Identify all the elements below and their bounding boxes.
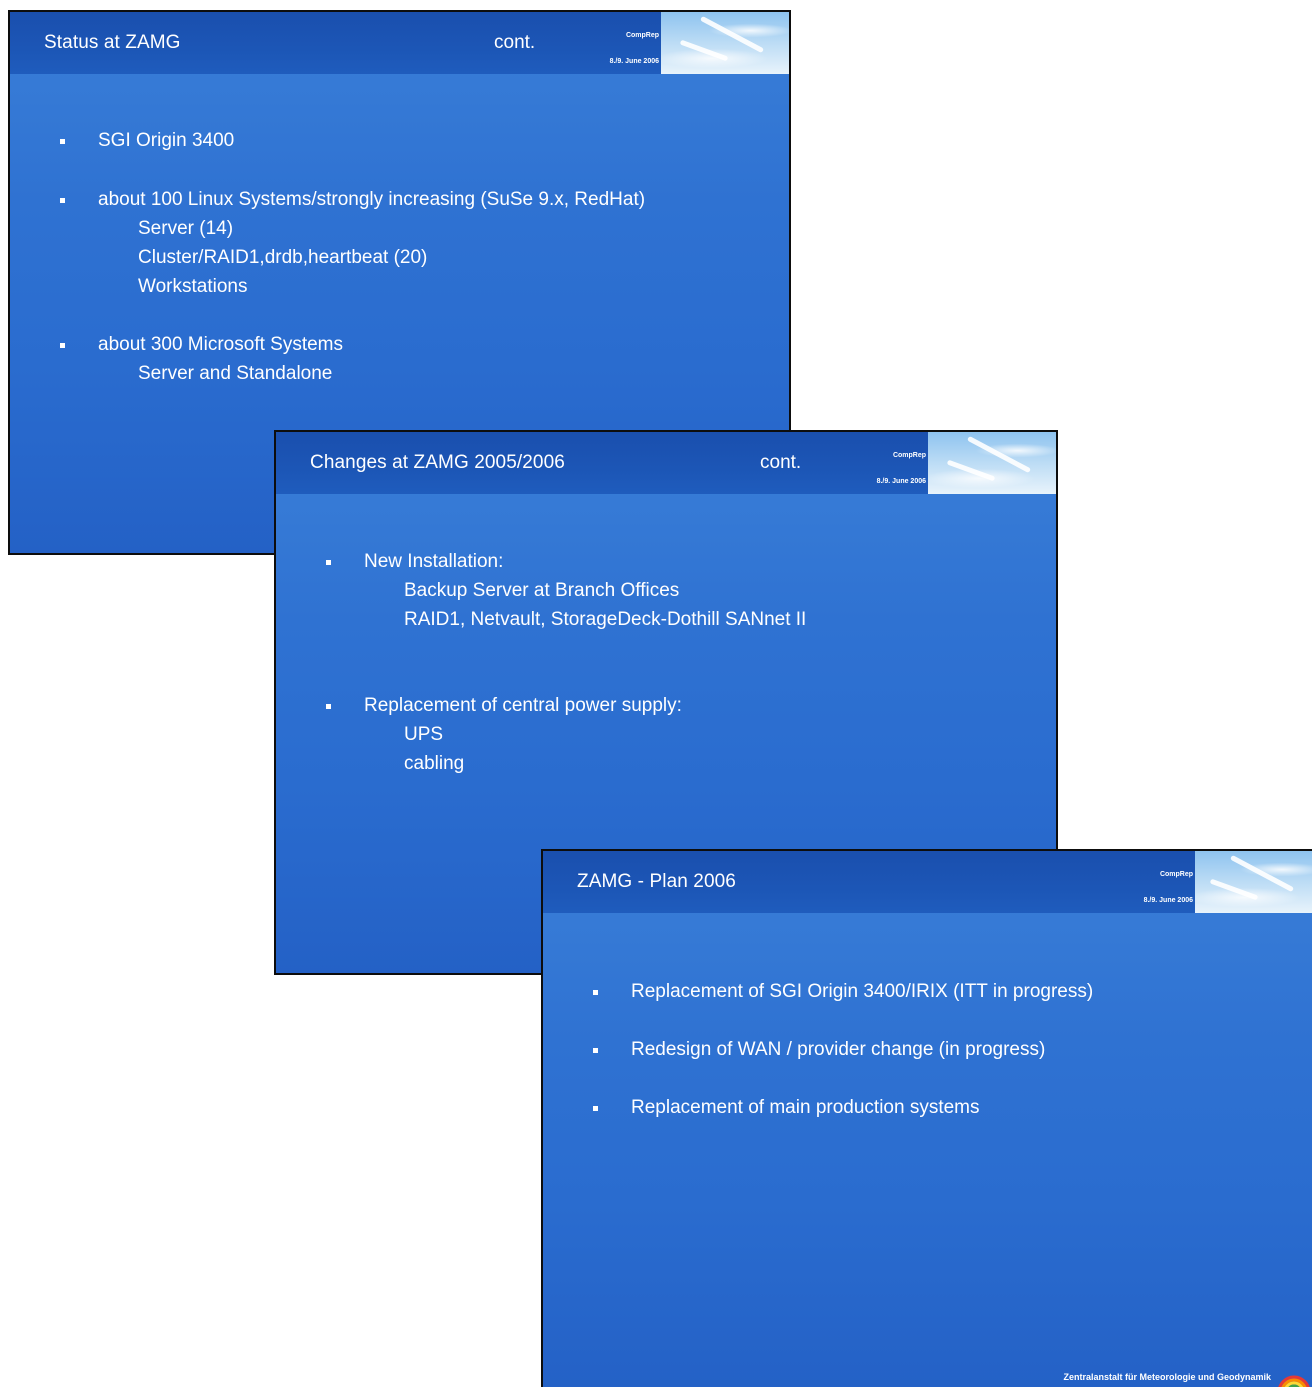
sky-banner-image	[661, 12, 789, 74]
sub-item: Server (14)	[138, 218, 234, 239]
conference-date: 8./9. June 2006	[876, 478, 926, 485]
sub-item: cabling	[404, 753, 465, 774]
bullet-text: Redesign of WAN / provider change (in pr…	[631, 1039, 1046, 1060]
bullet-icon	[60, 198, 65, 203]
sky-banner-image	[1195, 851, 1312, 913]
sub-item: UPS	[404, 724, 444, 745]
sky-banner-image	[928, 432, 1056, 494]
bullet-text: Replacement of main production systems	[631, 1097, 980, 1118]
list-item: about 300 Microsoft Systems Server and S…	[56, 330, 645, 388]
sub-item: RAID1, Netvault, StorageDeck-Dothill SAN…	[404, 609, 807, 630]
conference-name: CompRep	[1159, 871, 1193, 878]
rainbow-logo-icon	[1278, 1375, 1310, 1387]
institute-footer: Zentralanstalt für Meteorologie und Geod…	[1063, 1372, 1271, 1382]
bullet-list: New Installation: Backup Server at Branc…	[322, 547, 806, 778]
sub-item: Cluster/RAID1,drdb,heartbeat (20)	[138, 247, 428, 268]
slide-title: Status at ZAMG	[44, 32, 181, 53]
slide-header: ZAMG - Plan 2006 CompRep 8./9. June 2006	[543, 851, 1312, 913]
sub-item: Workstations	[138, 276, 248, 297]
bullet-text: Replacement of SGI Origin 3400/IRIX (ITT…	[631, 981, 1094, 1002]
sub-item: Backup Server at Branch Offices	[404, 580, 680, 601]
bullet-list: Replacement of SGI Origin 3400/IRIX (ITT…	[589, 977, 1093, 1122]
slide-header: Status at ZAMG cont. CompRep 8./9. June …	[10, 12, 789, 74]
conference-date: 8./9. June 2006	[1143, 897, 1193, 904]
slide-title: ZAMG - Plan 2006	[577, 871, 736, 892]
list-item: Redesign of WAN / provider change (in pr…	[589, 1035, 1093, 1064]
slides-collage: Status at ZAMG cont. CompRep 8./9. June …	[0, 0, 1312, 1387]
slide-plan: ZAMG - Plan 2006 CompRep 8./9. June 2006…	[541, 849, 1312, 1387]
bullet-icon	[60, 343, 65, 348]
slide-cont-label: cont.	[760, 452, 802, 473]
list-item: about 100 Linux Systems/strongly increas…	[56, 185, 645, 301]
bullet-text: about 100 Linux Systems/strongly increas…	[98, 189, 646, 210]
conference-name: CompRep	[625, 32, 659, 39]
bullet-text: New Installation:	[364, 551, 504, 572]
bullet-icon	[326, 560, 331, 565]
slide-header: Changes at ZAMG 2005/2006 cont. CompRep …	[276, 432, 1056, 494]
bullet-text: Replacement of central power supply:	[364, 695, 682, 716]
conference-name: CompRep	[892, 452, 926, 459]
list-item: Replacement of central power supply: UPS…	[322, 691, 806, 778]
list-item: Replacement of SGI Origin 3400/IRIX (ITT…	[589, 977, 1093, 1006]
bullet-icon	[326, 704, 331, 709]
list-item: New Installation: Backup Server at Branc…	[322, 547, 806, 634]
list-item: Replacement of main production systems	[589, 1093, 1093, 1122]
bullet-list: SGI Origin 3400 about 100 Linux Systems/…	[56, 126, 645, 388]
list-item: SGI Origin 3400	[56, 126, 645, 155]
sub-item: Server and Standalone	[138, 363, 333, 384]
bullet-icon	[593, 990, 598, 995]
bullet-icon	[593, 1106, 598, 1111]
slide-cont-label: cont.	[494, 32, 536, 53]
conference-date: 8./9. June 2006	[609, 58, 659, 65]
bullet-icon	[593, 1048, 598, 1053]
bullet-icon	[60, 139, 65, 144]
bullet-text: SGI Origin 3400	[98, 130, 235, 151]
slide-title: Changes at ZAMG 2005/2006	[310, 452, 565, 473]
bullet-text: about 300 Microsoft Systems	[98, 334, 343, 355]
